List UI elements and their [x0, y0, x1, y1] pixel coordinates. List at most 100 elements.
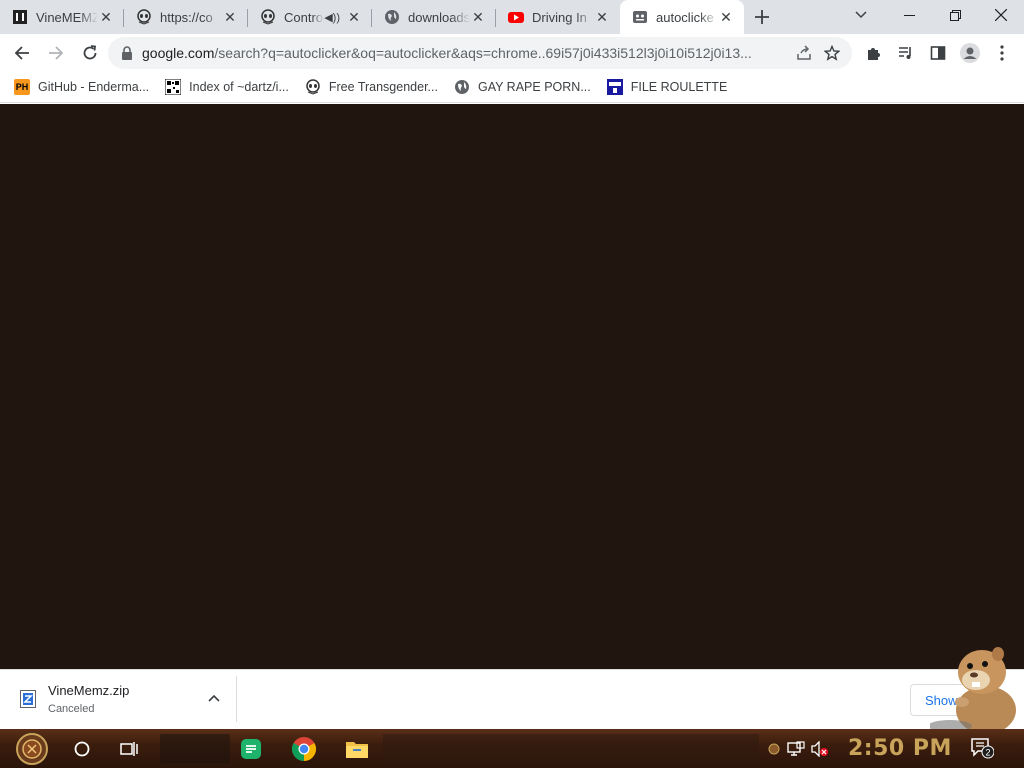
side-panel-icon — [930, 46, 946, 60]
page-content[interactable] — [0, 104, 1024, 669]
bookmark-label: FILE ROULETTE — [630, 80, 728, 94]
back-button[interactable] — [6, 37, 38, 69]
tab-strip: VineMEMZ ✕ https://co ✕ Contro ◀)) ✕ dow… — [0, 0, 1024, 34]
profile-button[interactable] — [954, 37, 986, 69]
network-icon[interactable] — [784, 739, 808, 759]
minimize-icon — [903, 14, 915, 16]
hamster-image — [930, 647, 1016, 732]
close-icon — [995, 9, 1007, 21]
tab-search-button[interactable] — [844, 0, 878, 30]
action-center-button[interactable]: 2 — [970, 737, 995, 759]
tab-vinememz[interactable]: VineMEMZ ✕ — [0, 0, 124, 34]
cortana-button[interactable] — [64, 729, 100, 768]
url-text[interactable]: google.com/search?q=autoclicker&oq=autoc… — [142, 45, 790, 61]
tab-autoclicker[interactable]: autoclicke ✕ — [620, 0, 744, 34]
avatar-icon — [960, 43, 980, 63]
address-bar[interactable]: google.com/search?q=autoclicker&oq=autoc… — [108, 37, 852, 69]
reload-button[interactable] — [74, 37, 106, 69]
star-icon — [824, 45, 840, 61]
bookmarks-bar: PH GitHub - Enderma... Index of ~dartz/i… — [0, 72, 1024, 103]
download-status: Canceled — [48, 703, 95, 715]
globe-icon — [384, 9, 400, 25]
tab-title: autoclicke — [656, 9, 714, 25]
taskbar-app-chrome[interactable] — [280, 729, 328, 768]
bookmark-free-transgender[interactable]: Free Transgender... — [299, 75, 444, 99]
folder-icon — [346, 741, 368, 758]
download-shelf: VineMemz.zip Canceled Show — [0, 669, 1024, 729]
close-icon[interactable]: ✕ — [470, 9, 486, 25]
omnibox-actions — [790, 39, 846, 67]
download-item[interactable]: VineMemz.zip Canceled — [8, 676, 237, 722]
notification-icon: 2 — [971, 738, 995, 759]
close-icon[interactable]: ✕ — [346, 9, 362, 25]
qr-icon — [165, 79, 182, 95]
media-button[interactable] — [890, 37, 922, 69]
forward-button[interactable] — [40, 37, 72, 69]
steampunk-start-icon — [16, 732, 48, 765]
taskbar-app-explorer[interactable] — [333, 729, 381, 768]
extensions-button[interactable] — [858, 37, 890, 69]
bookmark-index-dartz[interactable]: Index of ~dartz/i... — [159, 75, 295, 99]
taskbar-empty-area — [383, 734, 759, 763]
tab-contro[interactable]: Contro ◀)) ✕ — [248, 0, 372, 34]
puzzle-icon — [868, 48, 880, 60]
taskbar: 2:50 PM 2 — [0, 729, 1024, 768]
circle-icon — [74, 741, 90, 756]
task-view-icon — [120, 741, 138, 756]
alien-icon — [305, 79, 321, 95]
close-icon[interactable]: ✕ — [98, 9, 114, 25]
volume-muted-icon[interactable] — [808, 739, 832, 759]
bookmark-label: GitHub - Enderma... — [38, 80, 150, 94]
taskbar-clock[interactable]: 2:50 PM — [848, 729, 952, 768]
bookmark-github[interactable]: PH GitHub - Enderma... — [8, 75, 155, 99]
docs-app-icon — [241, 738, 261, 759]
tab-title: Driving In — [532, 9, 587, 25]
taskbar-app-docs[interactable] — [227, 729, 275, 768]
tab-title: downloads — [408, 9, 470, 25]
bookmark-gay-rape[interactable]: GAY RAPE PORN... — [448, 75, 597, 99]
close-icon[interactable]: ✕ — [594, 9, 610, 25]
youtube-icon — [508, 9, 524, 25]
notification-count: 2 — [985, 748, 990, 758]
arrow-right-icon — [49, 46, 64, 60]
chrome-icon — [291, 736, 317, 761]
start-button[interactable] — [0, 729, 64, 768]
bookmark-label: Free Transgender... — [328, 80, 438, 94]
chevron-up-icon[interactable] — [206, 690, 222, 706]
new-tab-button[interactable] — [744, 0, 780, 34]
close-icon[interactable]: ✕ — [718, 9, 734, 25]
bookmark-label: Index of ~dartz/i... — [189, 80, 289, 94]
lock-icon[interactable] — [120, 46, 134, 60]
minimize-button[interactable] — [886, 0, 932, 30]
arrow-left-icon — [14, 46, 29, 60]
bookmark-label: GAY RAPE PORN... — [477, 80, 591, 94]
share-icon — [797, 45, 811, 60]
bookmark-badge: PH — [15, 82, 29, 92]
restore-button[interactable] — [932, 0, 978, 30]
page-icon — [632, 9, 648, 25]
share-button[interactable] — [790, 39, 818, 67]
url-path: /search?q=autoclicker&oq=autoclicker&aqs… — [214, 45, 752, 61]
alien-icon — [136, 9, 152, 25]
bookmark-star-button[interactable] — [818, 39, 846, 67]
system-tray — [764, 729, 832, 768]
close-window-button[interactable] — [978, 0, 1024, 30]
download-info: VineMemz.zip Canceled — [48, 683, 129, 715]
menu-button[interactable] — [986, 37, 1018, 69]
close-icon[interactable]: ✕ — [222, 9, 238, 25]
tray-overflow-icon[interactable] — [764, 739, 784, 759]
task-view-button[interactable] — [100, 729, 158, 768]
tab-downloads[interactable]: downloads ✕ — [372, 0, 496, 34]
tab-title: VineMEMZ — [36, 9, 98, 25]
side-panel-button[interactable] — [922, 37, 954, 69]
taskbar-search-area[interactable] — [160, 734, 230, 763]
reload-icon — [83, 45, 97, 60]
speaker-icon[interactable]: ◀)) — [324, 11, 340, 24]
globe-icon — [454, 79, 470, 95]
bookmark-file-roulette[interactable]: FILE ROULETTE — [601, 75, 734, 99]
vinememz-icon — [12, 9, 28, 25]
tab-driving[interactable]: Driving In ✕ — [496, 0, 620, 34]
tab-https-co[interactable]: https://co ✕ — [124, 0, 248, 34]
restore-icon — [949, 9, 961, 21]
url-domain: google.com — [142, 45, 215, 61]
